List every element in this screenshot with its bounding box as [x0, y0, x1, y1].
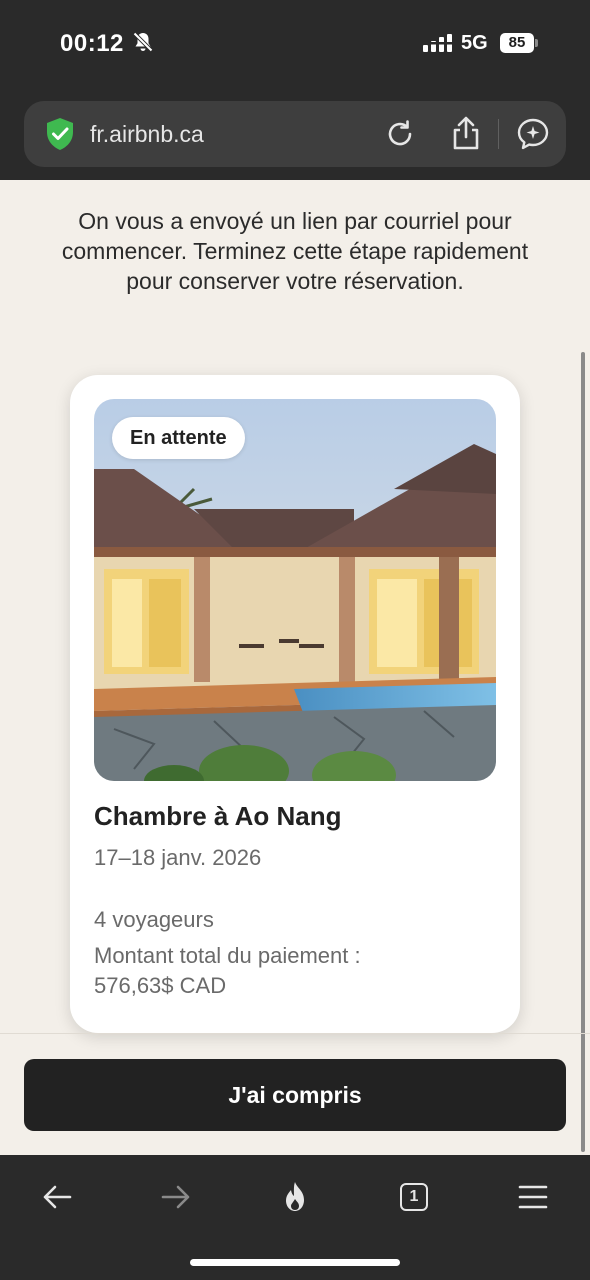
url-divider	[498, 119, 499, 149]
ai-chat-icon[interactable]	[516, 117, 550, 151]
flame-icon[interactable]	[277, 1179, 313, 1215]
battery-icon: 85	[500, 33, 538, 53]
status-badge: En attente	[112, 417, 245, 459]
browser-chrome: fr.airbnb.ca	[0, 90, 590, 180]
intro-message: On vous a envoyé un lien par courriel po…	[61, 208, 529, 294]
tabs-icon[interactable]: 1	[400, 1183, 428, 1211]
page-content: On vous a envoyé un lien par courriel po…	[0, 180, 590, 1155]
signal-icon	[423, 34, 453, 52]
forward-arrow-icon[interactable]	[158, 1179, 194, 1215]
listing-title: Chambre à Ao Nang	[94, 801, 342, 831]
browser-toolbar: 1	[0, 1155, 590, 1280]
back-arrow-icon[interactable]	[39, 1179, 75, 1215]
url-text[interactable]: fr.airbnb.ca	[90, 121, 204, 148]
battery-level: 85	[500, 33, 534, 53]
status-bar: 00:12 5G 85	[0, 0, 590, 90]
scrollbar[interactable]	[581, 352, 585, 1152]
listing-dates: 17–18 janv. 2026	[94, 845, 262, 870]
listing-photo: En attente	[94, 399, 496, 781]
total-payment-label: Montant total du paiement :	[94, 943, 361, 968]
got-it-button[interactable]: J'ai compris	[24, 1059, 566, 1131]
bell-muted-icon	[133, 32, 153, 52]
address-bar[interactable]: fr.airbnb.ca	[24, 101, 566, 167]
share-icon[interactable]	[450, 115, 482, 151]
home-indicator[interactable]	[190, 1259, 400, 1266]
footer-divider	[0, 1033, 590, 1034]
tabs-count: 1	[400, 1183, 428, 1211]
secure-shield-icon	[47, 118, 73, 150]
reload-icon[interactable]	[384, 118, 416, 150]
reservation-card: En attente Chambre à Ao Nang 17–18 janv.…	[70, 375, 520, 1033]
guest-count: 4 voyageurs	[94, 907, 214, 932]
total-payment-amount: 576,63$ CAD	[94, 973, 227, 998]
menu-icon[interactable]	[515, 1179, 551, 1215]
status-time: 00:12	[60, 30, 124, 57]
network-label: 5G	[461, 32, 488, 54]
